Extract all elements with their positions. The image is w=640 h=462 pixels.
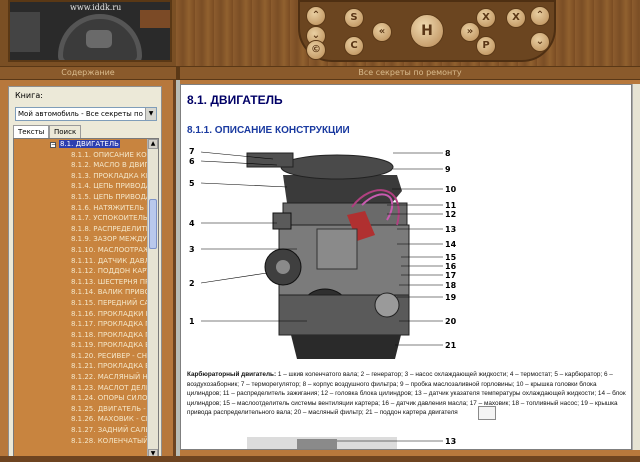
contents-tree: −8.1. ДВИГАТЕЛЬ8.1.1. ОПИСАНИЕ КОНС8.1.2… bbox=[13, 138, 159, 460]
tree-item[interactable]: 8.1.13. ШЕСТЕРНЯ ПРИ bbox=[14, 277, 148, 288]
next-figure-preview: 13 bbox=[247, 437, 456, 449]
app-header: www.iddk.ru ⌃ ⌄ © S C « H » X P X ⌃ ⌄ bbox=[0, 0, 640, 66]
tree-item[interactable]: 8.1.24. ОПОРЫ СИЛОВО bbox=[14, 393, 148, 404]
tree-item[interactable]: 8.1.10. МАСЛООТРАЖАТ bbox=[14, 245, 148, 256]
p-button[interactable]: P bbox=[476, 36, 496, 56]
bottom-border bbox=[0, 456, 640, 462]
engine-illustration: 7 6 5 4 3 2 1 8 9 10 11 12 13 14 15 16 1… bbox=[187, 145, 457, 363]
main-frame: 8.1. ДВИГАТЕЛЬ 8.1.1. ОПИСАНИЕ КОНСТРУКЦ… bbox=[180, 80, 640, 456]
chevron-down-icon[interactable]: ▼ bbox=[145, 108, 156, 120]
tree-item[interactable]: 8.1.2. МАСЛО В ДВИГАТ bbox=[14, 160, 148, 171]
x-button-right[interactable]: X bbox=[506, 8, 526, 28]
section-tab-strip: Содержание Все секреты по ремонту bbox=[0, 66, 640, 80]
tree-item[interactable]: 8.1.1. ОПИСАНИЕ КОНС bbox=[14, 150, 148, 161]
x-button-left[interactable]: X bbox=[476, 8, 496, 28]
tree-item[interactable]: 8.1.23. МАСЛОТ ДЕЛИТ bbox=[14, 383, 148, 394]
callout-label: 13 bbox=[445, 225, 456, 234]
tree-item[interactable]: 8.1.26. МАХОВИК - СНЯ bbox=[14, 414, 148, 425]
tree-item[interactable]: 8.1.5. ЦЕПЬ ПРИВОДА Р bbox=[14, 192, 148, 203]
tree-item[interactable]: 8.1.14. ВАЛИК ПРИВОД bbox=[14, 287, 148, 298]
tree-item[interactable]: 8.1.16. ПРОКЛАДКИ ВП bbox=[14, 309, 148, 320]
tree-item[interactable]: 8.1.6. НАТЯЖИТЕЛЬ ЦЕ bbox=[14, 203, 148, 214]
tab-all-secrets[interactable]: Все секреты по ремонту bbox=[180, 67, 640, 79]
sidebar: Книга: Мой автомобиль - Все секреты по р… bbox=[0, 80, 176, 462]
callout-label: 15 bbox=[445, 253, 457, 262]
photo-steering-hub bbox=[86, 30, 112, 48]
tree-item[interactable]: 8.1.11. ДАТЧИК ДАВЛЕ bbox=[14, 256, 148, 267]
callout-label: 21 bbox=[445, 341, 457, 350]
tree-item[interactable]: 8.1.12. ПОДДОН КАРТЕ bbox=[14, 266, 148, 277]
tree-item[interactable]: 8.1.22. МАСЛЯНЫЙ НАС bbox=[14, 372, 148, 383]
copyright-button[interactable]: © bbox=[306, 40, 326, 60]
home-button[interactable]: H bbox=[410, 14, 444, 48]
tooltip-box bbox=[478, 406, 496, 420]
photo-dashboard-vent bbox=[10, 12, 40, 52]
tree-item[interactable]: 8.1.19. ПРОКЛАДКА ВЫ bbox=[14, 340, 148, 351]
tree-item[interactable]: 8.1.21. ПРОКЛАДКА ВП bbox=[14, 361, 148, 372]
callout-label: 10 bbox=[445, 185, 457, 194]
tree-item-label: 8.1. ДВИГАТЕЛЬ bbox=[59, 140, 120, 148]
callout-label: 8 bbox=[445, 149, 451, 158]
tree-item[interactable]: 8.1.4. ЦЕПЬ ПРИВОДА Г bbox=[14, 181, 148, 192]
callout-label: 1 bbox=[189, 317, 195, 326]
tree-item[interactable]: 8.1.9. ЗАЗОР МЕЖДУ Р bbox=[14, 234, 148, 245]
navigation-panel: ⌃ ⌄ © S C « H » X P X ⌃ ⌄ bbox=[298, 0, 556, 62]
header-car-photo: www.iddk.ru bbox=[8, 0, 172, 62]
tab-contents[interactable]: Содержание bbox=[0, 67, 176, 79]
tree-item[interactable]: 8.1.18. ПРОКЛАДКА ГО bbox=[14, 330, 148, 341]
content-scrollbar[interactable] bbox=[632, 84, 640, 450]
book-select[interactable]: Мой автомобиль - Все секреты по ре ▼ bbox=[15, 107, 157, 121]
tree-item[interactable]: 8.1.28. КОЛЕНЧАТЫЙ В bbox=[14, 436, 148, 447]
tree-item[interactable]: 8.1.20. РЕСИВЕР - СНЯТ bbox=[14, 351, 148, 362]
callout-label: 17 bbox=[445, 271, 456, 280]
callout-label: 18 bbox=[445, 281, 457, 290]
tree-item[interactable]: 8.1.8. РАСПРЕДЕЛИТЕЛ bbox=[14, 224, 148, 235]
tree-item[interactable]: 8.1.7. УСПОКОИТЕЛЬ Ц bbox=[14, 213, 148, 224]
callout-label: 4 bbox=[189, 219, 195, 228]
tree-item[interactable]: 8.1.27. ЗАДНИЙ САЛЬН bbox=[14, 425, 148, 436]
tree-item-selected[interactable]: −8.1. ДВИГАТЕЛЬ bbox=[14, 139, 148, 150]
book-select-value: Мой автомобиль - Все секреты по ре bbox=[18, 110, 154, 118]
book-label: Книга: bbox=[15, 91, 43, 100]
callout-label: 7 bbox=[189, 147, 195, 156]
scrollbar-thumb[interactable] bbox=[149, 199, 157, 249]
photo-wood-trim bbox=[140, 10, 170, 28]
scroll-up-arrow-icon[interactable]: ▲ bbox=[148, 139, 158, 149]
callout-label: 5 bbox=[189, 179, 195, 188]
callout-label: 2 bbox=[189, 279, 195, 288]
collapse-toggle-icon[interactable]: − bbox=[50, 142, 56, 148]
c-button[interactable]: C bbox=[344, 36, 364, 56]
s-button[interactable]: S bbox=[344, 8, 364, 28]
callout-label: 19 bbox=[445, 293, 457, 302]
tree-scrollbar[interactable]: ▲ ▼ bbox=[147, 139, 158, 459]
callout-label: 11 bbox=[445, 201, 457, 210]
callout-label: 9 bbox=[445, 165, 451, 174]
callout-label: 16 bbox=[445, 262, 457, 271]
tab-texts[interactable]: Тексты bbox=[13, 125, 50, 138]
scroll-up-right-button[interactable]: ⌃ bbox=[530, 6, 550, 26]
page-title: 8.1. ДВИГАТЕЛЬ bbox=[187, 93, 283, 107]
callout-label: 14 bbox=[445, 240, 457, 249]
site-url: www.iddk.ru bbox=[70, 3, 122, 12]
callout-label: 3 bbox=[189, 245, 195, 254]
tree-item[interactable]: 8.1.17. ПРОКЛАДКА ГО bbox=[14, 319, 148, 330]
tree-item[interactable]: 8.1.15. ПЕРЕДНИЙ САЛ bbox=[14, 298, 148, 309]
article-content: 8.1. ДВИГАТЕЛЬ 8.1.1. ОПИСАНИЕ КОНСТРУКЦ… bbox=[180, 84, 632, 450]
tree-item[interactable]: 8.1.3. ПРОКЛАДКА КРЫ bbox=[14, 171, 148, 182]
previous-button[interactable]: « bbox=[372, 22, 392, 42]
tree-list: −8.1. ДВИГАТЕЛЬ8.1.1. ОПИСАНИЕ КОНС8.1.2… bbox=[14, 139, 148, 446]
callout-label: 6 bbox=[189, 157, 195, 166]
tree-item[interactable]: 8.1.25. ДВИГАТЕЛЬ - СН bbox=[14, 404, 148, 415]
tab-search[interactable]: Поиск bbox=[49, 125, 82, 138]
book-panel: Книга: Мой автомобиль - Все секреты по р… bbox=[8, 86, 162, 462]
scroll-up-button[interactable]: ⌃ bbox=[306, 6, 326, 26]
caption-title: Карбюраторный двигатель: bbox=[187, 371, 277, 378]
callout-label: 20 bbox=[445, 317, 457, 326]
scroll-down-right-button[interactable]: ⌄ bbox=[530, 32, 550, 52]
figure-caption: Карбюраторный двигатель: 1 – шкив коленч… bbox=[187, 370, 631, 418]
section-heading: 8.1.1. ОПИСАНИЕ КОНСТРУКЦИИ bbox=[187, 125, 350, 136]
callout-label: 13 bbox=[445, 437, 456, 446]
callout-label: 12 bbox=[445, 210, 456, 219]
